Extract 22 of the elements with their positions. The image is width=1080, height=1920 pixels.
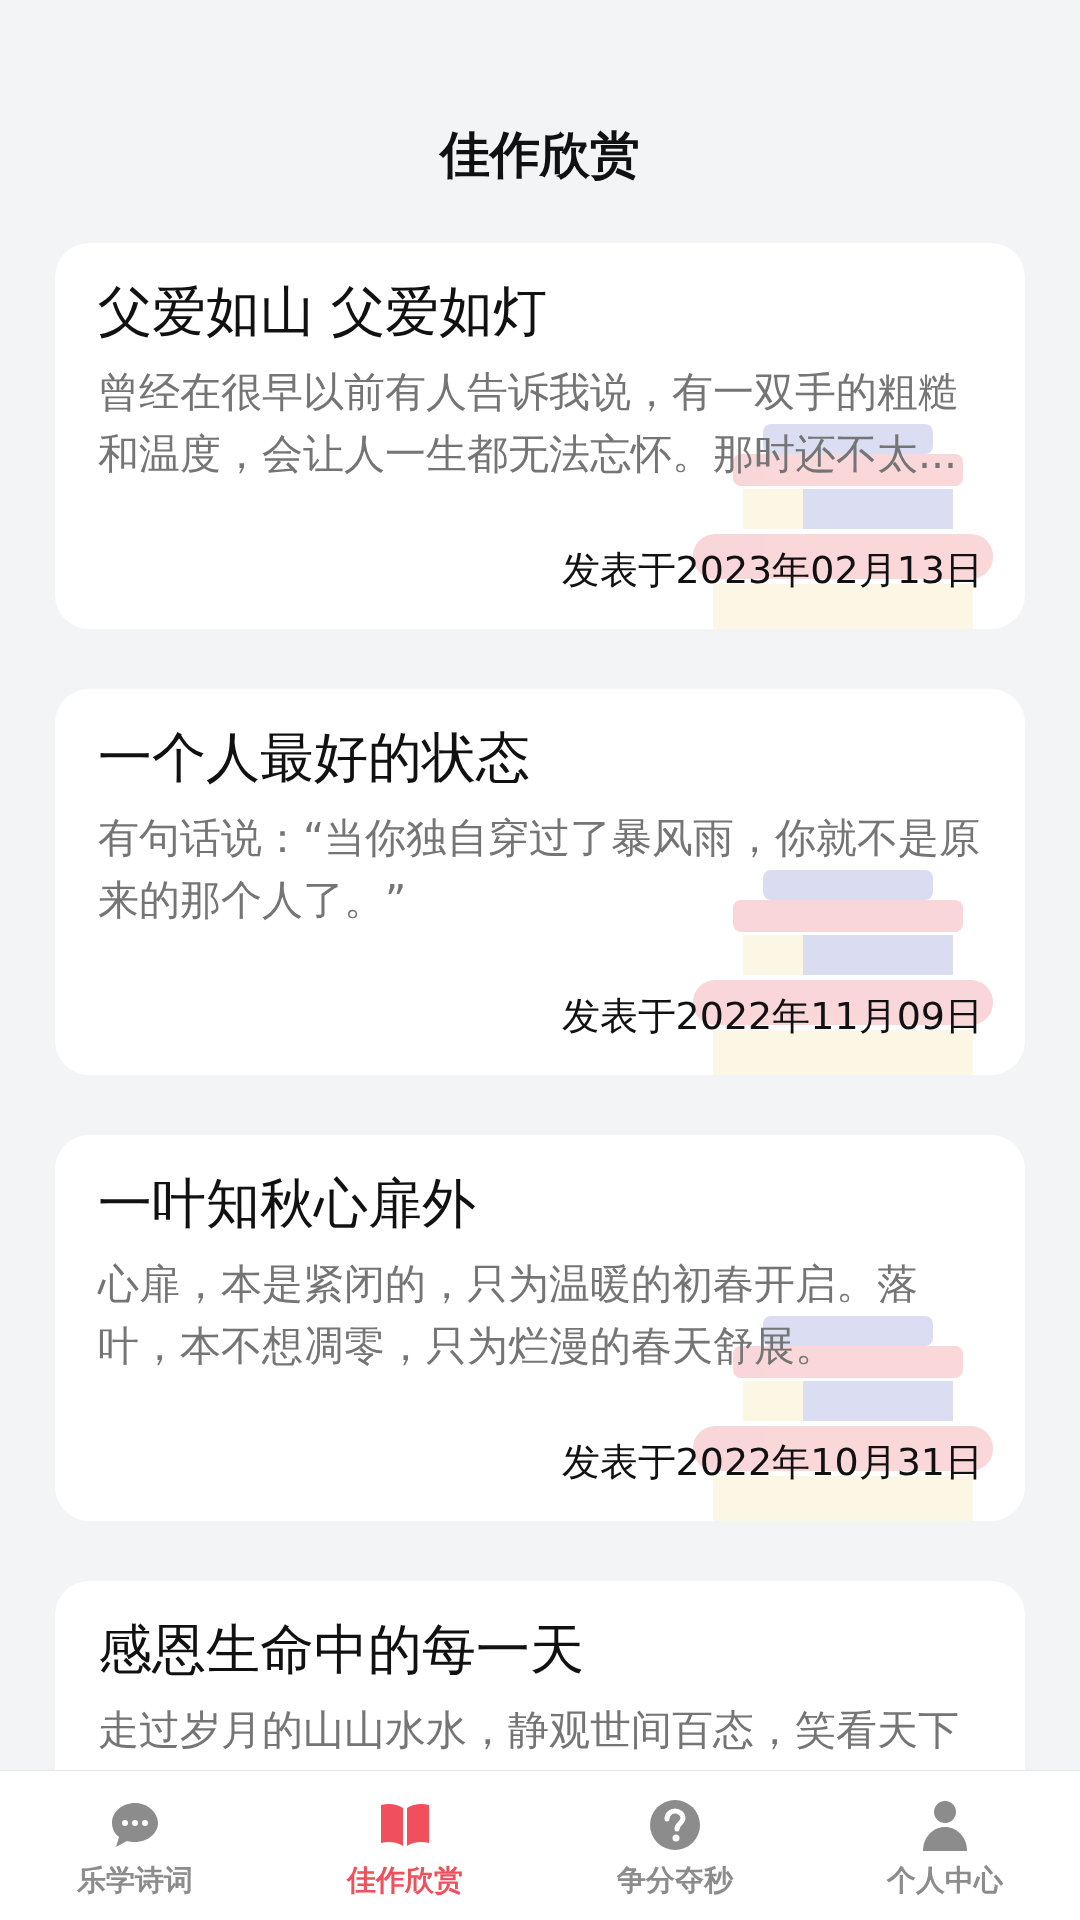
help-icon [647, 1797, 703, 1853]
page-title: 佳作欣赏 [438, 125, 641, 186]
article-title: 一叶知秋心扉外 [98, 1171, 477, 1237]
article-card[interactable]: 感恩生命中的每一天 走过岁月的山山水水，静观世间百态，笑看天下 [55, 1581, 1025, 1770]
tab-label: 佳作欣赏 [347, 1862, 463, 1899]
tab-item[interactable]: 佳作欣赏 [270, 1771, 540, 1920]
article-excerpt: 有句话说：“当你独自穿过了暴风雨，你就不是原来的那个人了。” [98, 813, 982, 926]
article-card[interactable]: 一叶知秋心扉外 心扉，本是紧闭的，只为温暖的初春开启。落叶，本不想凋零，只为烂漫的春天舒展。 发表于2022年10月31日 [55, 1135, 1025, 1521]
article-title: 感恩生命中的每一天 [98, 1617, 585, 1683]
tab-label: 乐学诗词 [77, 1862, 193, 1899]
article-title: 父爱如山 父爱如灯 [98, 279, 549, 345]
article-card[interactable]: 一个人最好的状态 有句话说：“当你独自穿过了暴风雨，你就不是原来的那个人了。” 发表于2022年11月09日 [55, 689, 1025, 1075]
tab-label: 争分夺秒 [617, 1862, 733, 1899]
publish-date: 发表于2022年11月09日 [561, 993, 983, 1040]
publish-date: 发表于2022年10月31日 [561, 1439, 983, 1486]
publish-date: 发表于2023年02月13日 [561, 547, 983, 594]
article-excerpt: 曾经在很早以前有人告诉我说，有一双手的粗糙和温度，会让人一生都无法忘怀。那时还不太... [98, 367, 960, 480]
article-card[interactable]: 父爱如山 父爱如灯 曾经在很早以前有人告诉我说，有一双手的粗糙和温度，会让人一生都无法忘怀。那时还不太... 发表于2023年02月13日 [55, 243, 1025, 629]
article-excerpt: 走过岁月的山山水水，静观世间百态，笑看天下 [98, 1705, 960, 1756]
article-excerpt: 心扉，本是紧闭的，只为温暖的初春开启。落叶，本不想凋零，只为烂漫的春天舒展。 [98, 1259, 919, 1372]
article-title: 一个人最好的状态 [98, 725, 531, 791]
tab-label: 个人中心 [887, 1862, 1003, 1899]
